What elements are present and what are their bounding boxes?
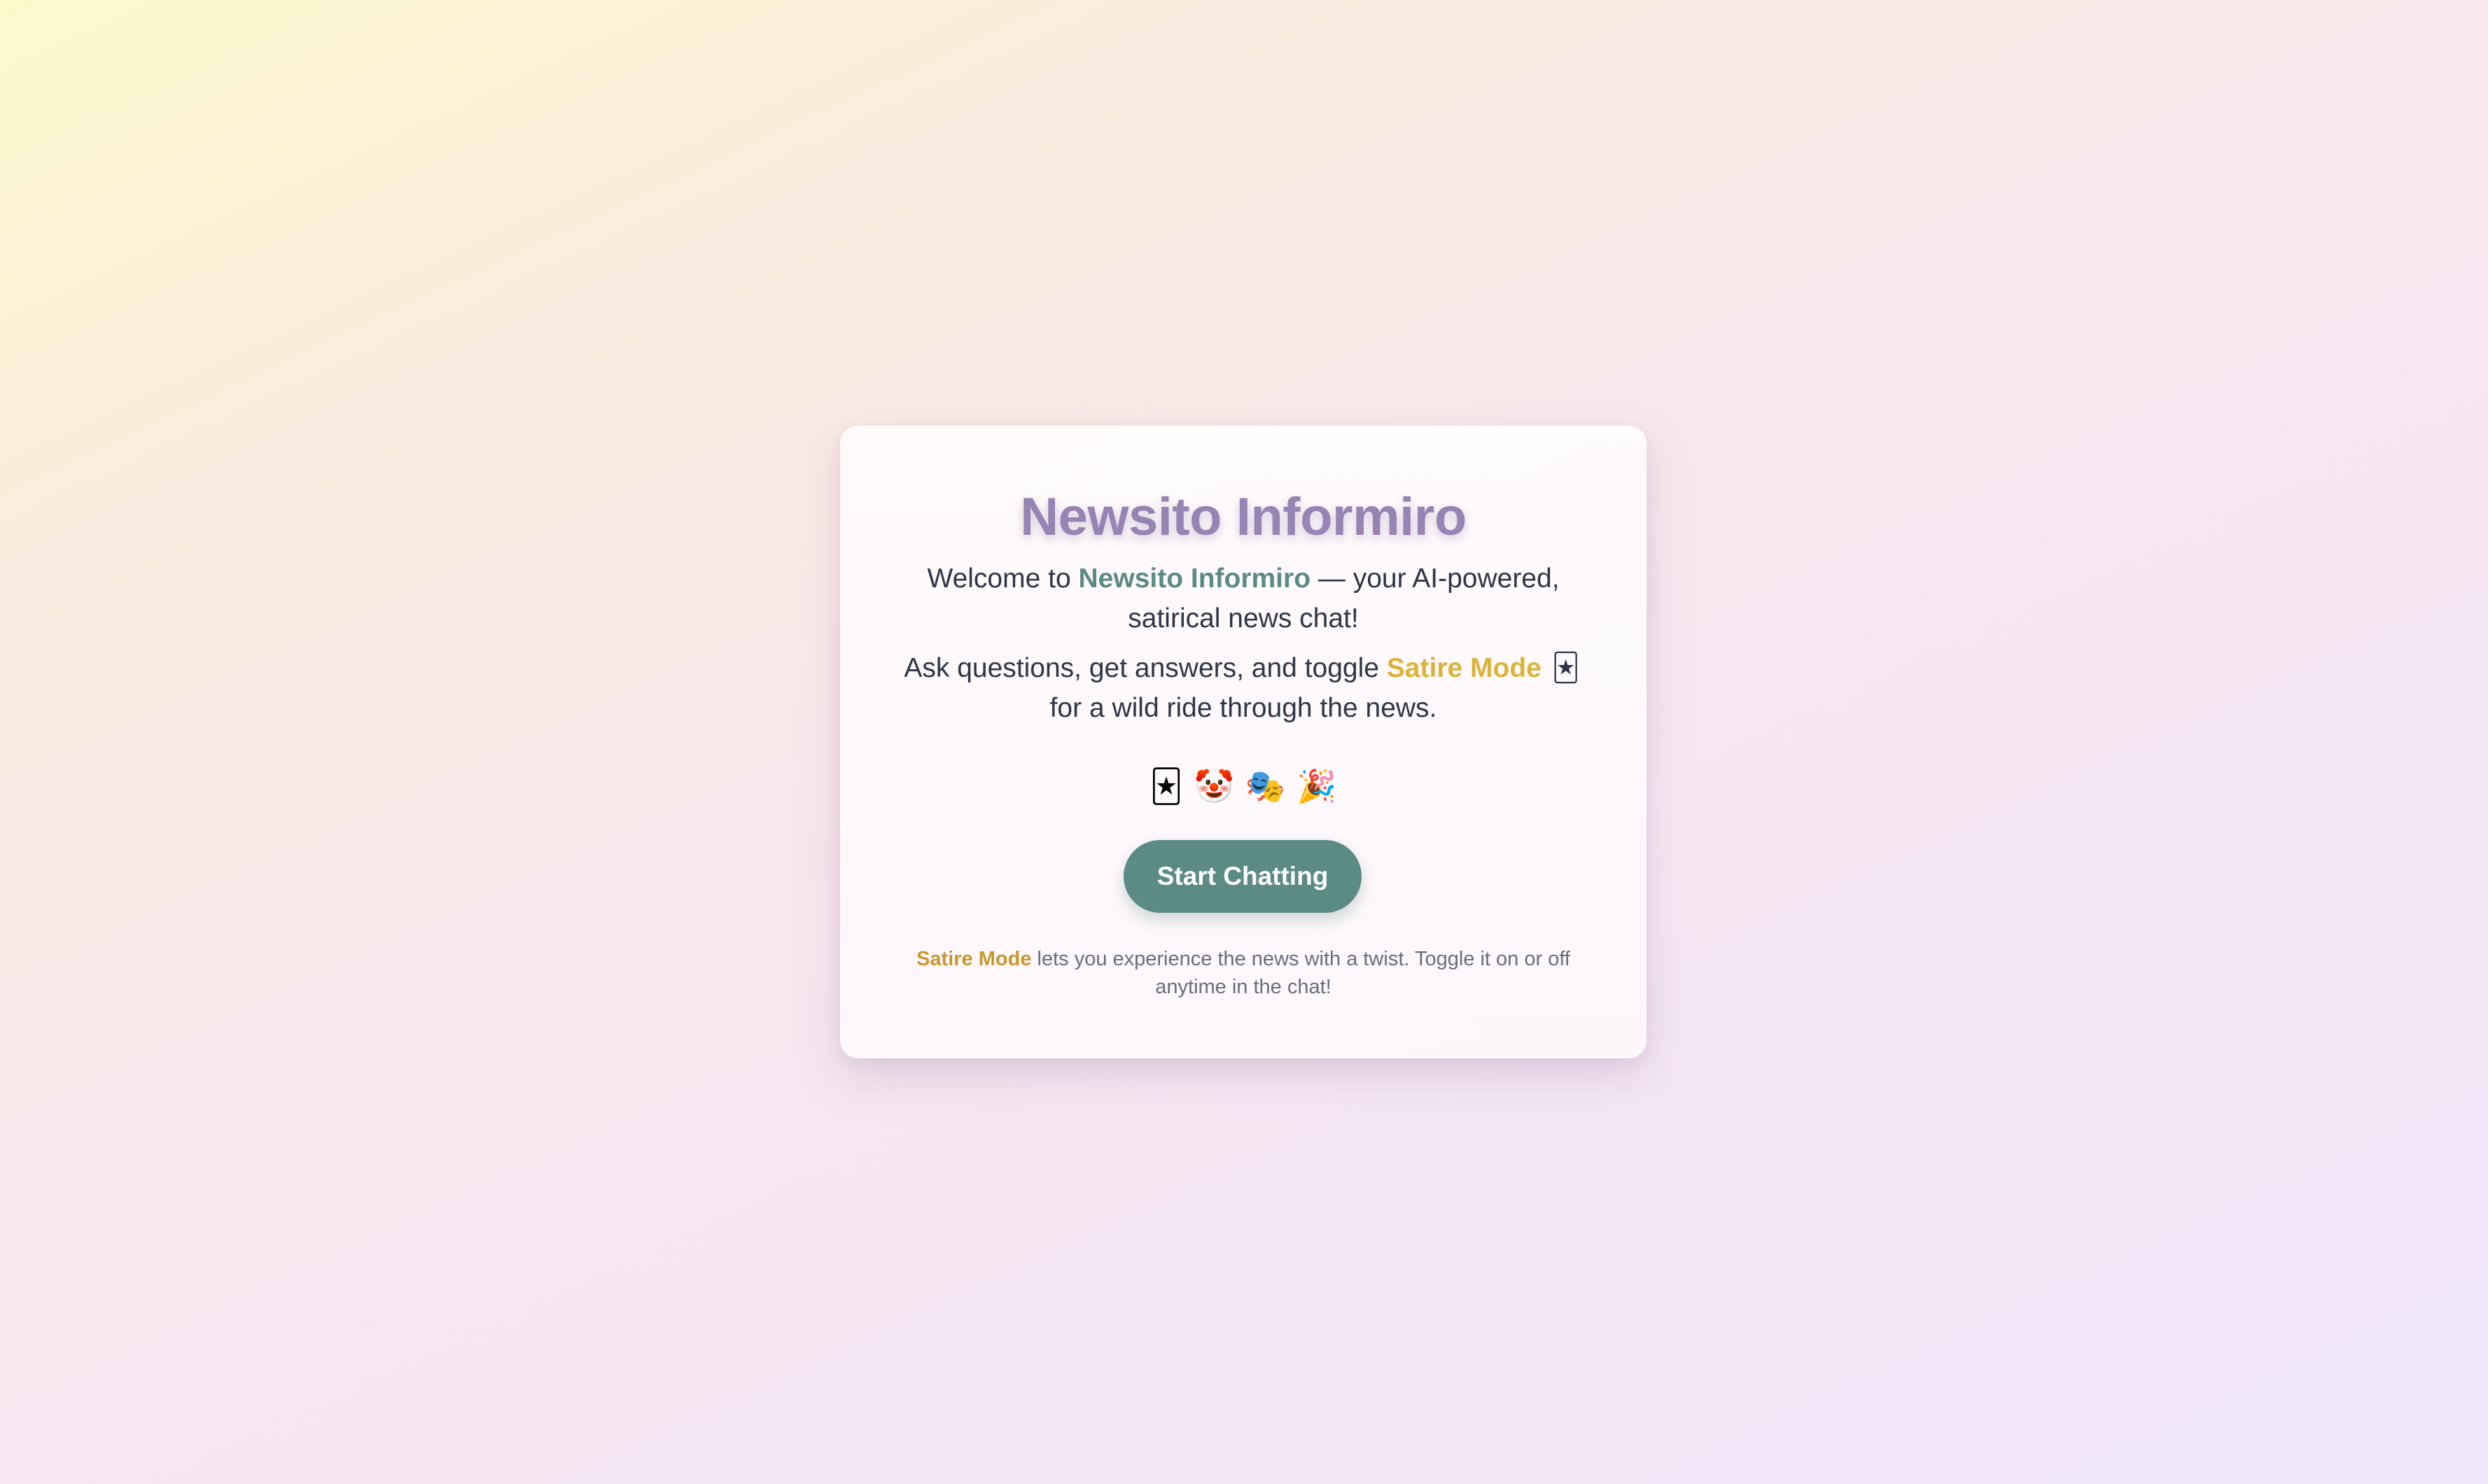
instructions-text: Ask questions, get answers, and toggle S… [896,648,1591,728]
brand-name-inline: Newsito Informiro [1078,564,1311,594]
instructions-prefix: Ask questions, get answers, and toggle [904,653,1387,683]
welcome-prefix: Welcome to [927,564,1079,594]
satire-mode-inline: Satire Mode [1386,653,1542,683]
instructions-suffix: for a wild ride through the news. [1049,693,1437,723]
theater-masks-icon: 🎭 [1245,768,1286,804]
emoji-row: 🃏 🤡 🎭 🎉 [840,762,1647,811]
welcome-text: Welcome to Newsito Informiro — your AI-p… [896,559,1591,638]
satire-mode-note: Satire Mode lets you experience the news… [903,945,1584,1001]
party-popper-icon: 🎉 [1297,768,1337,804]
joker-card-icon: 🃏 [1149,768,1183,804]
satire-mode-note-text: lets you experience the news with a twis… [1031,948,1570,998]
satire-mode-note-highlight: Satire Mode [916,948,1032,970]
welcome-card: Newsito Informiro Welcome to Newsito Inf… [840,426,1647,1058]
start-chatting-button[interactable]: Start Chatting [1124,840,1362,913]
app-title: Newsito Informiro [1020,487,1467,547]
clown-face-icon: 🤡 [1194,768,1234,804]
joker-card-icon: 🃏 [1551,653,1580,683]
